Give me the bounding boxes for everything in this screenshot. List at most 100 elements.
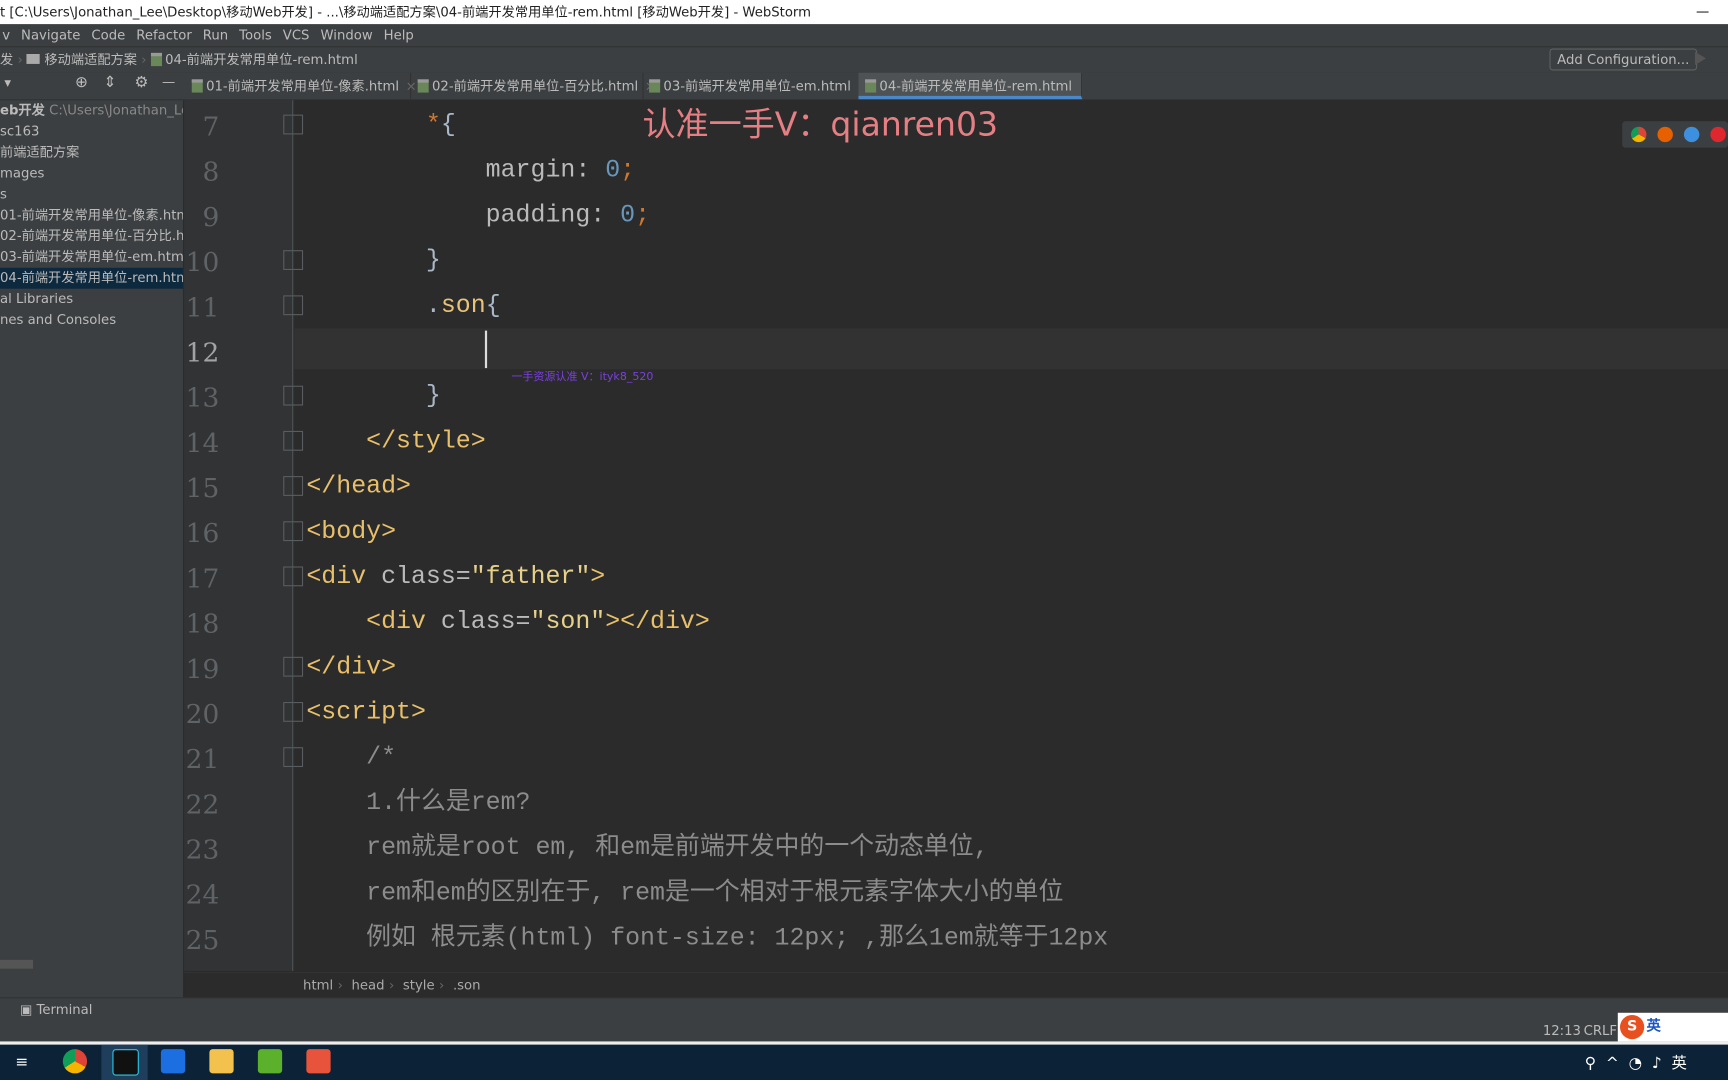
line-number: 23 bbox=[185, 834, 220, 866]
camtasia-icon[interactable] bbox=[257, 1049, 283, 1074]
fold-marker-icon[interactable] bbox=[283, 114, 304, 135]
tree-item[interactable]: mages bbox=[0, 163, 183, 184]
line-number: 14 bbox=[185, 427, 220, 459]
hide-icon[interactable]: — bbox=[162, 74, 175, 89]
status-bar: 12:13 CRLF bbox=[0, 1019, 1728, 1042]
fold-marker-icon[interactable] bbox=[283, 295, 304, 316]
task-view-icon[interactable]: ≡ bbox=[15, 1054, 28, 1072]
run-icon[interactable] bbox=[1694, 51, 1706, 66]
code-token: <body> bbox=[306, 516, 397, 546]
code-token: } bbox=[306, 381, 441, 410]
windows-taskbar: ≡ ⚲ ^ ◔ ♪ 英 bbox=[0, 1044, 1728, 1080]
tab-04[interactable]: 04-前端开发常用单位-rem.html bbox=[858, 72, 1083, 100]
code-line: margin: 0; bbox=[306, 148, 635, 192]
title-bar: t [C:\Users\Jonathan_Lee\Desktop\移动Web开发… bbox=[0, 0, 1728, 25]
safari-icon[interactable] bbox=[1683, 126, 1700, 143]
nav-folder[interactable]: 移动端适配方案 bbox=[44, 52, 137, 67]
ime-mode[interactable]: 英 bbox=[1646, 1018, 1660, 1035]
code-token: > bbox=[590, 562, 606, 591]
fold-marker-icon[interactable] bbox=[283, 747, 304, 768]
code-line: rem和em的区别在于, rem是一个相对于根元素字体大小的单位 bbox=[306, 871, 1063, 915]
code-token: rem就是root em, 和em是前端开发中的一个动态单位, bbox=[306, 833, 989, 862]
menu-vcs[interactable]: VCS bbox=[283, 28, 310, 43]
menu-refactor[interactable]: Refactor bbox=[136, 28, 191, 43]
code-token: { bbox=[440, 110, 456, 139]
tree-item[interactable]: sc163 bbox=[0, 121, 183, 142]
breadcrumb: html › head › style › .son bbox=[184, 971, 1728, 998]
webstorm-icon[interactable] bbox=[112, 1049, 139, 1076]
tray-ime[interactable]: 英 bbox=[1672, 1055, 1687, 1073]
nav-root[interactable]: 发 bbox=[0, 52, 13, 67]
app-icon[interactable] bbox=[160, 1049, 186, 1074]
line-number: 15 bbox=[185, 472, 220, 504]
line-separator[interactable]: CRLF bbox=[1584, 1019, 1617, 1041]
tab-label: 04-前端开发常用单位-rem.html bbox=[879, 78, 1073, 94]
fold-marker-icon[interactable] bbox=[283, 521, 304, 542]
chrome-icon[interactable] bbox=[1631, 126, 1647, 143]
code-token: son bbox=[440, 290, 486, 320]
line-number: 18 bbox=[185, 608, 220, 640]
crumb[interactable]: .son bbox=[453, 978, 481, 993]
watermark-main: 认准一手V：qianren03 bbox=[642, 105, 999, 145]
code-token: class= bbox=[440, 607, 531, 636]
fold-marker-icon[interactable] bbox=[283, 385, 304, 406]
nav-file[interactable]: 04-前端开发常用单位-rem.html bbox=[165, 52, 358, 67]
fold-marker-icon[interactable] bbox=[283, 701, 304, 722]
file-explorer-icon[interactable] bbox=[209, 1049, 234, 1074]
crumb[interactable]: style bbox=[403, 978, 435, 993]
code-token: "father" bbox=[470, 562, 591, 591]
tree-item[interactable]: 01-前端开发常用单位-像素.html bbox=[0, 205, 183, 226]
caret-position[interactable]: 12:13 bbox=[1543, 1019, 1581, 1041]
code-line: .son{ bbox=[306, 283, 501, 327]
tree-item-scratches[interactable]: nes and Consoles bbox=[0, 310, 183, 331]
tree-item[interactable]: 02-前端开发常用单位-百分比.html bbox=[0, 226, 183, 247]
line-number: 25 bbox=[185, 924, 220, 956]
gear-icon[interactable]: ⚙ bbox=[134, 74, 148, 92]
chrome-icon[interactable] bbox=[62, 1049, 88, 1074]
menu-view[interactable]: v bbox=[2, 28, 10, 43]
opera-icon[interactable] bbox=[1710, 126, 1726, 143]
crumb[interactable]: head bbox=[352, 978, 385, 993]
tab-03[interactable]: 03-前端开发常用单位-em.html× bbox=[642, 72, 869, 100]
tree-item[interactable]: 前端适配方案 bbox=[0, 142, 183, 163]
tree-item-selected[interactable]: 04-前端开发常用单位-rem.html bbox=[0, 267, 183, 289]
menu-navigate[interactable]: Navigate bbox=[21, 28, 80, 43]
crumb[interactable]: html bbox=[303, 978, 333, 993]
system-tray-icons[interactable]: ⚲ ^ ◔ ♪ 英 bbox=[1585, 1051, 1687, 1073]
tab-02[interactable]: 02-前端开发常用单位-百分比.html× bbox=[411, 72, 656, 100]
menu-window[interactable]: Window bbox=[320, 28, 372, 43]
menu-help[interactable]: Help bbox=[384, 28, 414, 43]
tab-label: 01-前端开发常用单位-像素.html bbox=[206, 78, 400, 94]
collapse-icon[interactable]: ⇕ bbox=[104, 74, 117, 92]
code-token: <script> bbox=[306, 697, 426, 727]
project-name: eb开发 bbox=[0, 102, 45, 118]
add-configuration-button[interactable]: Add Configuration... bbox=[1549, 48, 1698, 71]
fold-marker-icon[interactable] bbox=[283, 566, 304, 587]
tab-01[interactable]: 01-前端开发常用单位-像素.html × bbox=[185, 72, 417, 100]
terminal-button[interactable]: Terminal bbox=[37, 1002, 93, 1017]
menu-tools[interactable]: Tools bbox=[239, 28, 272, 43]
browser-preview-bar bbox=[1622, 121, 1728, 148]
fold-marker-icon[interactable] bbox=[283, 250, 304, 270]
firefox-icon[interactable] bbox=[1657, 126, 1673, 143]
code-line: <body> bbox=[306, 509, 396, 553]
scrollbar[interactable] bbox=[0, 959, 34, 969]
fold-marker-icon[interactable] bbox=[283, 656, 304, 677]
html-file-icon bbox=[150, 52, 162, 67]
app-icon-red[interactable] bbox=[306, 1049, 331, 1074]
tree-item[interactable]: s bbox=[0, 184, 183, 205]
fold-marker-icon[interactable] bbox=[283, 476, 304, 496]
dropdown-icon[interactable]: ▾ bbox=[4, 75, 11, 90]
code-line: /* bbox=[306, 735, 396, 779]
minimize-button[interactable]: — bbox=[1686, 0, 1719, 24]
menu-run[interactable]: Run bbox=[203, 28, 228, 43]
locate-icon[interactable]: ⊕ bbox=[75, 74, 88, 92]
tree-item[interactable]: 03-前端开发常用单位-em.html bbox=[0, 247, 183, 268]
tree-item-external-libraries[interactable]: al Libraries bbox=[0, 289, 183, 310]
code-token: </head> bbox=[306, 471, 411, 501]
fold-marker-icon[interactable] bbox=[283, 430, 304, 451]
tab-label: 03-前端开发常用单位-em.html bbox=[663, 78, 851, 94]
tree-item-project[interactable]: eb开发 C:\Users\Jonathan_Lee\D bbox=[0, 100, 183, 121]
menu-code[interactable]: Code bbox=[91, 28, 125, 43]
ime-toolbar[interactable]: S英 bbox=[1617, 1012, 1728, 1042]
